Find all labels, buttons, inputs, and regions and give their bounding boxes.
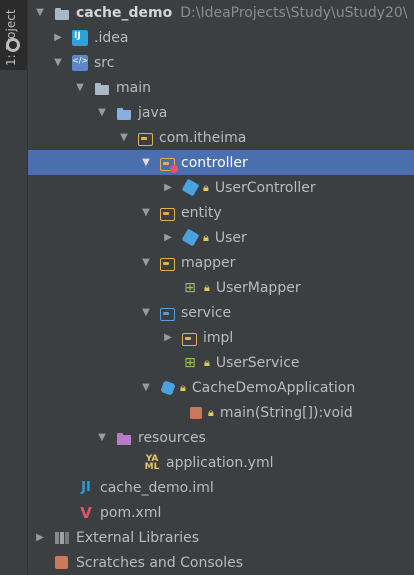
tree-item-label: External Libraries — [76, 529, 199, 546]
expanded-arrow-icon[interactable]: ▼ — [138, 155, 154, 171]
expanded-arrow-icon[interactable]: ▼ — [138, 255, 154, 271]
tree-item-main-method[interactable]: 🔒︎ main(String[]):void — [28, 400, 414, 425]
yaml-file-icon: YA ML — [144, 453, 160, 472]
package-icon — [160, 208, 175, 221]
expanded-arrow-icon[interactable]: ▼ — [32, 5, 48, 21]
tree-item-label: controller — [181, 154, 248, 171]
tree-item-label: service — [181, 304, 232, 321]
tree-item-label: impl — [203, 329, 234, 346]
tree-item-impl[interactable]: ▶ impl — [28, 325, 414, 350]
tree-item-entity[interactable]: ▼ entity — [28, 200, 414, 225]
tree-item-label: java — [138, 104, 168, 121]
tree-item-label: application.yml — [166, 454, 274, 471]
tree-item-label: main — [116, 79, 151, 96]
class-icon — [181, 178, 200, 197]
lock-icon: 🔒︎ — [203, 230, 209, 244]
idea-folder-icon — [72, 29, 88, 46]
resources-folder-icon — [116, 430, 132, 446]
expanded-arrow-icon[interactable]: ▼ — [138, 205, 154, 221]
tree-item-label: User — [214, 229, 247, 246]
tree-item-user-controller[interactable]: ▶ 🔒︎ UserController — [28, 175, 414, 200]
expanded-arrow-icon[interactable]: ▼ — [50, 55, 66, 71]
folder-icon — [94, 80, 110, 96]
interface-icon: ⊞ — [184, 279, 196, 296]
package-icon — [138, 133, 153, 146]
tree-item-application-yml[interactable]: YA ML application.yml — [28, 450, 414, 475]
project-icon — [6, 38, 20, 52]
lock-icon: 🔒︎ — [180, 380, 186, 394]
tree-item-idea[interactable]: ▶ .idea — [28, 25, 414, 50]
tree-item-external-libraries[interactable]: ▶ External Libraries — [28, 525, 414, 550]
project-tool-tab[interactable]: 1: Project — [0, 0, 27, 70]
tree-item-label: pom.xml — [100, 504, 162, 521]
interface-icon: ⊞ — [184, 354, 196, 371]
tree-item-user[interactable]: ▶ 🔒︎ User — [28, 225, 414, 250]
collapsed-arrow-icon[interactable]: ▶ — [160, 330, 176, 346]
collapsed-arrow-icon[interactable]: ▶ — [160, 230, 176, 246]
package-icon — [182, 333, 197, 346]
tree-item-mapper[interactable]: ▼ mapper — [28, 250, 414, 275]
spring-boot-class-icon — [160, 379, 176, 396]
tree-item-label: UserService — [215, 354, 300, 371]
tree-item-label: entity — [181, 204, 222, 221]
library-icon — [54, 530, 70, 546]
collapsed-arrow-icon[interactable]: ▶ — [50, 30, 66, 46]
lock-icon: 🔒︎ — [204, 280, 210, 294]
tree-item-label: CacheDemoApplication — [191, 379, 356, 396]
tree-item-resources[interactable]: ▼ resources — [28, 425, 414, 450]
tree-item-label: cache_demo.iml — [100, 479, 214, 496]
source-root-folder-icon — [116, 105, 132, 121]
tree-item-label: .idea — [94, 29, 129, 46]
tree-item-label: src — [94, 54, 115, 71]
tree-item-cache-demo[interactable]: ▼ cache_demo D:\IdeaProjects\Study\uStud… — [28, 0, 414, 25]
tree-item-label: UserMapper — [215, 279, 301, 296]
lock-icon: 🔒︎ — [203, 180, 209, 194]
web-package-icon — [160, 158, 178, 173]
tree-item-user-service[interactable]: ⊞ 🔒︎ UserService — [28, 350, 414, 375]
package-icon — [160, 258, 175, 271]
expanded-arrow-icon[interactable]: ▼ — [94, 105, 110, 121]
maven-file-icon: V — [80, 503, 92, 522]
tree-item-label: Scratches and Consoles — [76, 554, 243, 571]
lock-icon: 🔒︎ — [208, 405, 214, 419]
tree-item-user-mapper[interactable]: ⊞ 🔒︎ UserMapper — [28, 275, 414, 300]
collapsed-arrow-icon[interactable]: ▶ — [32, 530, 48, 546]
class-icon — [181, 228, 200, 247]
tool-window-strip: 1: Project — [0, 0, 28, 575]
tree-item-main[interactable]: ▼ main — [28, 75, 414, 100]
tree-item-cache-demo-iml[interactable]: JI cache_demo.iml — [28, 475, 414, 500]
tree-item-cache-demo-application[interactable]: ▼ 🔒︎ CacheDemoApplication — [28, 375, 414, 400]
tree-item-controller[interactable]: ▼ controller — [28, 150, 414, 175]
module-path: D:\IdeaProjects\Study\uStudy20\ — [180, 4, 408, 21]
module-folder-icon — [54, 5, 70, 21]
expanded-arrow-icon[interactable]: ▼ — [94, 430, 110, 446]
tree-item-com-itheima[interactable]: ▼ com.itheima — [28, 125, 414, 150]
scratches-icon — [54, 555, 70, 571]
tree-item-java[interactable]: ▼ java — [28, 100, 414, 125]
tree-item-label: main(String[]):void — [219, 404, 353, 421]
expanded-arrow-icon[interactable]: ▼ — [138, 380, 154, 396]
tree-item-label: cache_demo — [76, 4, 173, 21]
iml-file-icon: JI — [81, 479, 91, 495]
tree-item-service[interactable]: ▼ service — [28, 300, 414, 325]
project-tab-label: 1: Project — [4, 9, 18, 66]
expanded-arrow-icon[interactable]: ▼ — [116, 130, 132, 146]
source-folder-icon — [72, 54, 88, 71]
tree-item-label: mapper — [181, 254, 236, 271]
service-package-icon — [160, 308, 175, 321]
tree-item-pom-xml[interactable]: V pom.xml — [28, 500, 414, 525]
tree-item-label: com.itheima — [159, 129, 247, 146]
tree-item-scratches-and-consoles[interactable]: Scratches and Consoles — [28, 550, 414, 575]
project-tree: ▼ cache_demo D:\IdeaProjects\Study\uStud… — [28, 0, 414, 575]
expanded-arrow-icon[interactable]: ▼ — [72, 80, 88, 96]
lock-icon: 🔒︎ — [204, 355, 210, 369]
method-icon — [190, 406, 202, 419]
tree-item-src[interactable]: ▼ src — [28, 50, 414, 75]
collapsed-arrow-icon[interactable]: ▶ — [160, 180, 176, 196]
expanded-arrow-icon[interactable]: ▼ — [138, 305, 154, 321]
tree-item-label: UserController — [214, 179, 316, 196]
tree-item-label: resources — [138, 429, 206, 446]
